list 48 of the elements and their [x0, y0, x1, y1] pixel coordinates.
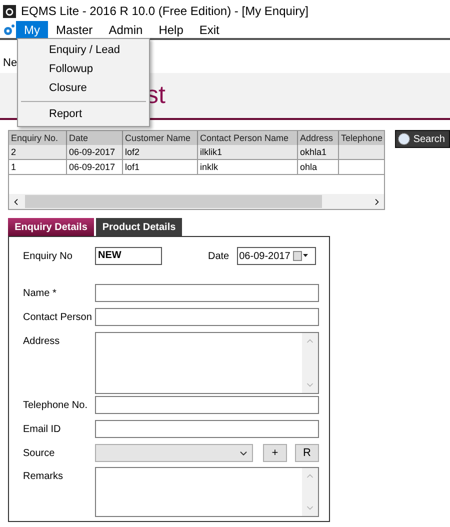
- menu-item[interactable]: Admin: [100, 21, 151, 39]
- source-button[interactable]: R: [295, 444, 319, 462]
- window-title: EQMS Lite - 2016 R 10.0 (Free Edition) - [My Enquiry]: [21, 3, 308, 20]
- table-row[interactable]: 1 06-09-2017 lof1 inklk ohla: [9, 160, 384, 175]
- menu-item[interactable]: Exit: [191, 21, 228, 39]
- field-label: Name *: [23, 287, 58, 301]
- source-button[interactable]: +: [263, 444, 287, 462]
- input-field[interactable]: [95, 308, 319, 326]
- table-cell: ohla: [298, 160, 339, 174]
- input-field[interactable]: [95, 284, 319, 302]
- dropdown-field[interactable]: [95, 444, 253, 462]
- app-logo-icon: [3, 4, 16, 18]
- calendar-dropdown-icon[interactable]: [293, 251, 310, 261]
- menu-option[interactable]: Closure: [18, 79, 149, 98]
- menu-option[interactable]: Followup: [18, 60, 149, 79]
- table-cell: lof2: [123, 145, 198, 159]
- table-cell: okhla1: [298, 145, 339, 159]
- field-label: Source: [23, 447, 56, 461]
- table-cell: 06-09-2017: [67, 145, 123, 159]
- table-cell: ilklik1: [198, 145, 298, 159]
- menu-item[interactable]: My: [16, 21, 48, 39]
- table-cell: lof1: [123, 160, 198, 174]
- field-label: Remarks: [23, 470, 64, 484]
- table-cell: 2: [9, 145, 67, 159]
- table-cell: inklk: [198, 160, 298, 174]
- menu-item[interactable]: Help: [150, 21, 192, 39]
- input-field[interactable]: [95, 420, 319, 438]
- tab[interactable]: Enquiry Details: [8, 218, 94, 236]
- field-label: Contact Person: [23, 311, 93, 325]
- toolbar-button-label[interactable]: Ne: [3, 54, 18, 71]
- field-label: Email ID: [23, 423, 62, 437]
- search-icon: [397, 132, 412, 146]
- tab[interactable]: Product Details: [96, 218, 182, 236]
- date-label: Date: [208, 250, 230, 264]
- field-label: Telephone No.: [23, 399, 88, 413]
- menu-item[interactable]: Master: [48, 21, 101, 39]
- input-field[interactable]: [95, 396, 319, 414]
- date-field[interactable]: 06-09-2017: [237, 247, 316, 265]
- menu-option[interactable]: Enquiry / Lead: [18, 41, 149, 60]
- menu-option[interactable]: Report: [18, 105, 149, 124]
- field-label: Enquiry No: [23, 250, 74, 264]
- enquiry-no-field[interactable]: NEW: [95, 247, 162, 265]
- field-label: Address: [23, 335, 61, 349]
- table-row[interactable]: 2 06-09-2017 lof2 ilklik1 okhla1: [9, 145, 384, 160]
- search-button[interactable]: Search: [395, 130, 450, 148]
- table-cell: 1: [9, 160, 67, 174]
- horizontal-scrollbar[interactable]: [9, 194, 384, 209]
- table-cell: 06-09-2017: [67, 160, 123, 174]
